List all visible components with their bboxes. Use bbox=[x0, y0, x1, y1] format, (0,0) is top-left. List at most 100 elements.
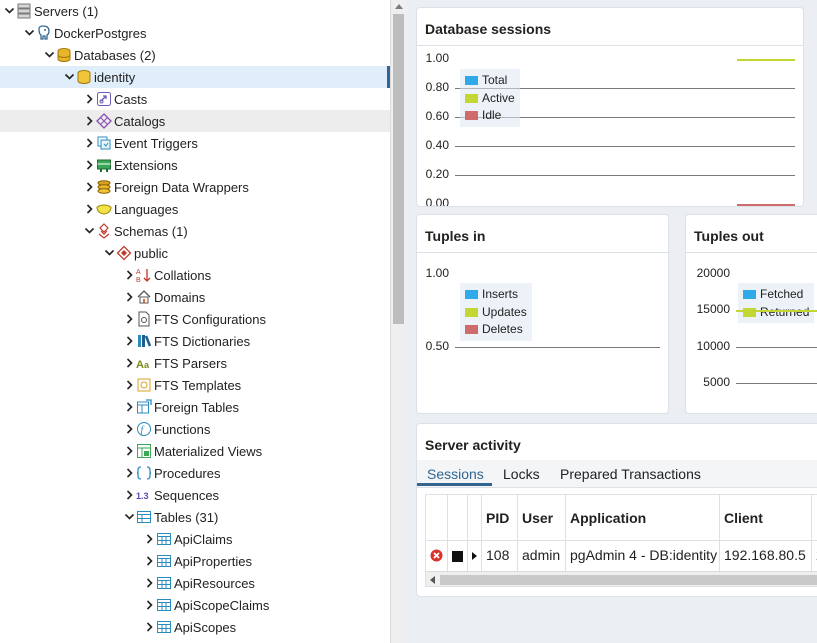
chevron-right-icon[interactable] bbox=[124, 423, 135, 435]
chevron-down-icon[interactable] bbox=[64, 71, 75, 83]
chevron-right-icon[interactable] bbox=[124, 291, 135, 303]
tab-prepared-transactions[interactable]: Prepared Transactions bbox=[560, 466, 701, 482]
tab-sessions[interactable]: Sessions bbox=[427, 466, 484, 482]
chevron-down-icon[interactable] bbox=[4, 5, 15, 17]
chevron-right-icon[interactable] bbox=[124, 401, 135, 413]
tree-node-label: Event Triggers bbox=[114, 136, 198, 151]
chevron-right-icon[interactable] bbox=[84, 115, 95, 127]
tree-node-apiclaims[interactable]: ApiClaims bbox=[0, 528, 390, 550]
gridline bbox=[455, 175, 795, 176]
tree-node-apiscopes[interactable]: ApiScopes bbox=[0, 616, 390, 638]
terminate-session-icon[interactable] bbox=[430, 549, 443, 565]
scroll-up-arrow-icon[interactable] bbox=[395, 4, 403, 9]
cell-client: 192.168.80.5 bbox=[720, 541, 812, 571]
tree-node-collations[interactable]: A B Collations bbox=[0, 264, 390, 286]
col-header-pid[interactable]: PID bbox=[482, 495, 518, 540]
chevron-right-icon[interactable] bbox=[84, 181, 95, 193]
tree-vertical-scrollbar[interactable] bbox=[390, 0, 406, 643]
fts-configurations-icon bbox=[136, 311, 152, 327]
tree-node-casts[interactable]: Casts bbox=[0, 88, 390, 110]
chevron-right-icon[interactable] bbox=[124, 467, 135, 479]
tree-node-domains[interactable]: Domains bbox=[0, 286, 390, 308]
scrollbar-thumb[interactable] bbox=[440, 575, 817, 585]
legend-swatch bbox=[743, 307, 756, 317]
tuples-out-title: Tuples out bbox=[694, 228, 764, 244]
tree-node-apiscopeclaims[interactable]: ApiScopeClaims bbox=[0, 594, 390, 616]
chevron-right-icon[interactable] bbox=[124, 445, 135, 457]
tree-node-servers-1[interactable]: Servers (1) bbox=[0, 0, 390, 22]
chart-legend: Total Active Idle bbox=[460, 69, 520, 127]
databases-icon bbox=[56, 47, 72, 63]
tree-node-schemas-1[interactable]: Schemas (1) bbox=[0, 220, 390, 242]
tree-node-identity[interactable]: identity bbox=[0, 66, 390, 88]
chevron-right-icon[interactable] bbox=[124, 489, 135, 501]
legend-item: Fetched bbox=[743, 286, 809, 304]
chevron-right-icon[interactable] bbox=[144, 599, 155, 611]
chevron-right-icon[interactable] bbox=[144, 621, 155, 633]
chevron-right-icon[interactable] bbox=[84, 93, 95, 105]
scrollbar-thumb[interactable] bbox=[393, 14, 404, 324]
chevron-right-icon[interactable] bbox=[124, 313, 135, 325]
tree-node-fts-dictionaries[interactable]: FTS Dictionaries bbox=[0, 330, 390, 352]
tree-node-functions[interactable]: f Functions bbox=[0, 418, 390, 440]
chevron-down-icon[interactable] bbox=[124, 511, 135, 523]
tree-node-catalogs[interactable]: Catalogs bbox=[0, 110, 390, 132]
col-header-extra[interactable] bbox=[812, 495, 817, 540]
chevron-right-icon[interactable] bbox=[124, 335, 135, 347]
gridline bbox=[736, 346, 817, 348]
y-tick-label: 0.80 bbox=[425, 80, 449, 94]
database-sessions-card: Database sessions 1.00 0.80 0.60 0.40 0.20 0.… bbox=[416, 7, 804, 207]
languages-icon bbox=[96, 201, 112, 217]
tree-node-apiresources[interactable]: ApiResources bbox=[0, 572, 390, 594]
cancel-query-cell bbox=[448, 541, 468, 571]
chevron-right-icon[interactable] bbox=[124, 379, 135, 391]
cancel-query-icon[interactable] bbox=[452, 551, 463, 562]
chevron-down-icon[interactable] bbox=[104, 247, 115, 259]
table-horizontal-scrollbar[interactable] bbox=[426, 571, 817, 586]
tree-node-dockerpostgres[interactable]: DockerPostgres bbox=[0, 22, 390, 44]
gridline bbox=[736, 382, 817, 384]
tree-node-tables-31[interactable]: Tables (31) bbox=[0, 506, 390, 528]
chevron-right-icon[interactable] bbox=[144, 533, 155, 545]
chevron-right-icon[interactable] bbox=[84, 159, 95, 171]
tree-node-apiproperties[interactable]: ApiProperties bbox=[0, 550, 390, 572]
tree-node-fts-templates[interactable]: FTS Templates bbox=[0, 374, 390, 396]
tuples-out-card: Tuples out 20000 15000 10000 5000 0 Fetched Re… bbox=[685, 214, 817, 414]
col-header-application[interactable]: Application bbox=[566, 495, 720, 540]
chevron-right-icon[interactable] bbox=[124, 357, 135, 369]
legend-label: Updates bbox=[482, 304, 527, 319]
chevron-right-icon[interactable] bbox=[84, 137, 95, 149]
chevron-down-icon[interactable] bbox=[24, 27, 35, 39]
tree-node-event-triggers[interactable]: Event Triggers bbox=[0, 132, 390, 154]
tree-node-sequences[interactable]: 1.3 Sequences bbox=[0, 484, 390, 506]
tree-node-procedures[interactable]: Procedures bbox=[0, 462, 390, 484]
tree-node-materialized-views[interactable]: Materialized Views bbox=[0, 440, 390, 462]
tree-node-extensions[interactable]: Extensions bbox=[0, 154, 390, 176]
tree-node-fts-configurations[interactable]: FTS Configurations bbox=[0, 308, 390, 330]
tree-node-foreign-data-wrappers[interactable]: Foreign Data Wrappers bbox=[0, 176, 390, 198]
tree-node-fts-parsers[interactable]: Aa FTS Parsers bbox=[0, 352, 390, 374]
tree-node-public[interactable]: public bbox=[0, 242, 390, 264]
chevron-right-icon[interactable] bbox=[144, 577, 155, 589]
chevron-down-icon[interactable] bbox=[84, 225, 95, 237]
chevron-right-icon[interactable] bbox=[84, 203, 95, 215]
col-header-user[interactable]: User bbox=[518, 495, 566, 540]
expand-row-caret-icon[interactable] bbox=[472, 552, 477, 560]
extensions-icon bbox=[96, 157, 112, 173]
tree-node-databases-2[interactable]: Databases (2) bbox=[0, 44, 390, 66]
tab-locks[interactable]: Locks bbox=[503, 466, 540, 482]
cell-extra: 2 bbox=[812, 541, 817, 571]
chevron-right-icon[interactable] bbox=[144, 555, 155, 567]
tree-node-languages[interactable]: Languages bbox=[0, 198, 390, 220]
scroll-left-arrow-icon[interactable] bbox=[430, 576, 435, 584]
tree-node-label: FTS Parsers bbox=[154, 356, 227, 371]
chevron-right-icon[interactable] bbox=[124, 269, 135, 281]
database-icon bbox=[76, 69, 92, 85]
chevron-down-icon[interactable] bbox=[44, 49, 55, 61]
server-activity-title: Server activity bbox=[425, 437, 521, 453]
tree-node-label: Tables (31) bbox=[154, 510, 219, 525]
tree-node-label: Functions bbox=[154, 422, 211, 437]
tree-node-label: Languages bbox=[114, 202, 179, 217]
col-header-client[interactable]: Client bbox=[720, 495, 812, 540]
tree-node-foreign-tables[interactable]: Foreign Tables bbox=[0, 396, 390, 418]
